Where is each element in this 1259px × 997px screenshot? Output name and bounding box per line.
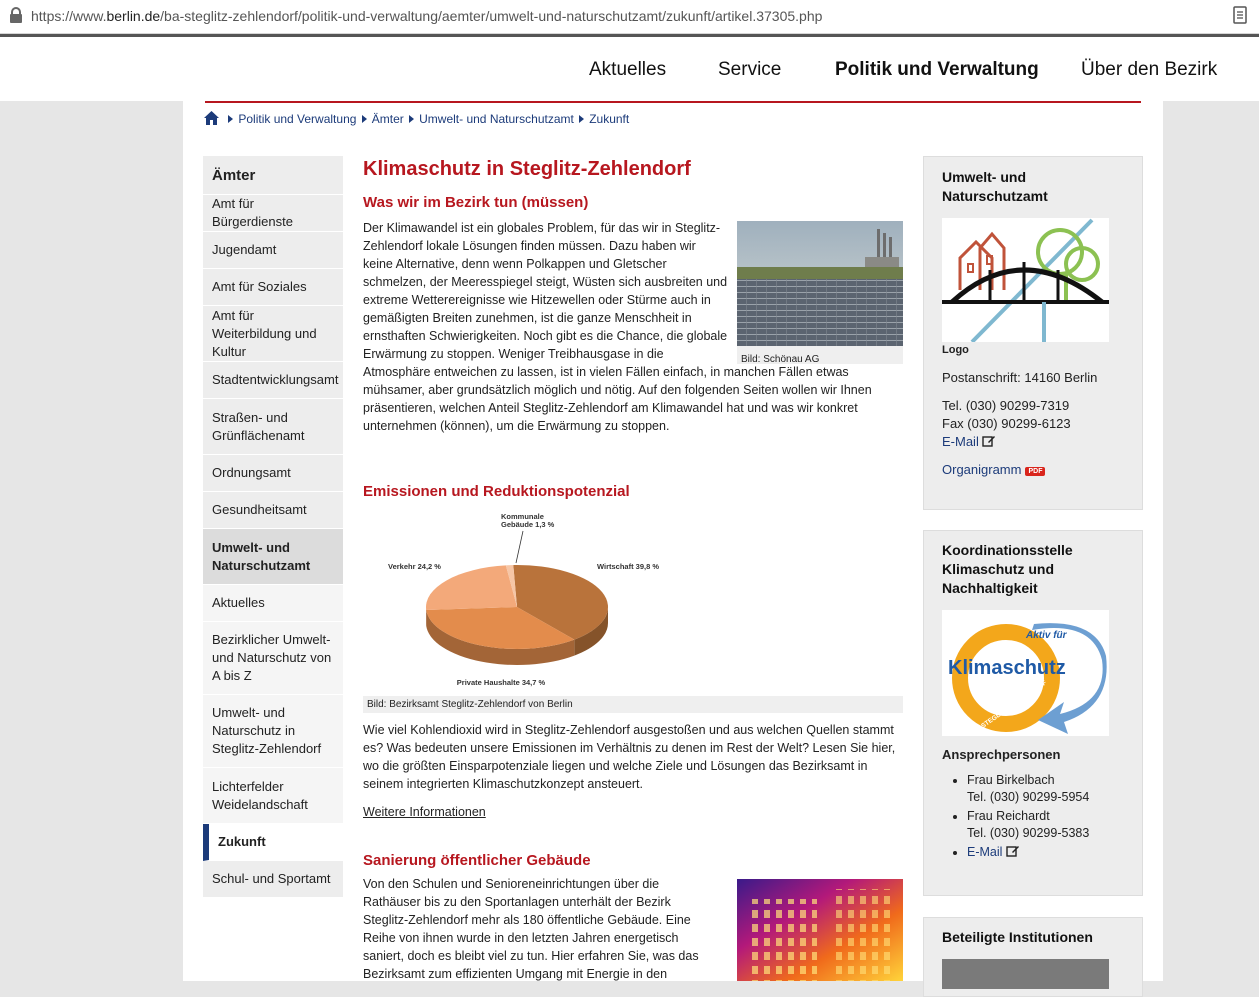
- breadcrumb-zukunft[interactable]: Zukunft: [589, 112, 629, 126]
- section-text-emissionen: Wie viel Kohlendioxid wird in Steglitz-Z…: [363, 721, 903, 793]
- sidebar-item-jugendamt[interactable]: Jugendamt: [203, 232, 343, 269]
- logo-text-klimaschutz: Klimaschutz: [948, 657, 1066, 679]
- contacts-heading: Ansprechpersonen: [942, 747, 1060, 762]
- pie-label-wirtschaft: Wirtschaft 39,8 %: [597, 562, 659, 571]
- sidebar-item-buergerdienste[interactable]: Amt für Bürgerdienste: [203, 195, 343, 232]
- logo-text-aktiv: Aktiv für: [1025, 630, 1068, 641]
- external-edit-icon: [982, 434, 996, 447]
- logo-caption: Logo: [942, 344, 969, 356]
- section-text-sanierung: Von den Schulen und Senioreneinrichtunge…: [363, 875, 703, 983]
- postal-address: Postanschrift: 14160 Berlin: [942, 370, 1097, 385]
- pie-label-private-haushalte: Private Haushalte 34,7 %: [457, 678, 546, 687]
- nav-service[interactable]: Service: [718, 59, 781, 81]
- nav-politik-und-verwaltung[interactable]: Politik und Verwaltung: [835, 59, 1039, 81]
- contact-item: Frau BirkelbachTel. (030) 90299-5954: [967, 772, 1157, 806]
- institution-image: [942, 959, 1109, 989]
- thermal-building-image: [737, 879, 903, 981]
- section-heading-bezirk: Was wir im Bezirk tun (müssen): [363, 194, 588, 211]
- home-icon[interactable]: [204, 111, 219, 125]
- sidebar-item-schulamt[interactable]: Schul- und Sportamt: [203, 861, 343, 898]
- sidebar-heading: Ämter: [203, 156, 343, 195]
- umweltamt-logo-image: [942, 218, 1109, 342]
- sidebar-subitem-a-bis-z[interactable]: Bezirklicher Umwelt- und Naturschutz von…: [203, 622, 343, 695]
- box-heading-umweltamt: Umwelt- und Naturschutzamt: [942, 168, 1124, 206]
- contacts-list: Frau BirkelbachTel. (030) 90299-5954 Fra…: [942, 772, 1157, 863]
- section-heading-emissionen: Emissionen und Reduktionspotenzial: [363, 483, 630, 500]
- pie-label-kommunale: Gebäude 1,3 %: [501, 520, 555, 529]
- box-beteiligte-institutionen: Beteiligte Institutionen: [923, 917, 1143, 997]
- breadcrumb-aemter[interactable]: Ämter: [372, 112, 404, 126]
- external-edit-icon: [1006, 844, 1020, 857]
- contact-box-klimaschutz: Koordinationsstelle Klimaschutz und Nach…: [923, 530, 1143, 896]
- phone-number: Tel. (030) 90299-7319: [942, 398, 1069, 413]
- reader-view-icon[interactable]: [1233, 6, 1247, 24]
- pie-slice-verkehr: [426, 565, 517, 610]
- sidebar-navigation: Ämter Amt für Bürgerdienste Jugendamt Am…: [203, 156, 343, 898]
- email-link-umweltamt[interactable]: E-Mail: [942, 434, 996, 449]
- sidebar-item-ordnungsamt[interactable]: Ordnungsamt: [203, 455, 343, 492]
- nav-aktuelles[interactable]: Aktuelles: [589, 59, 666, 81]
- pie-label-verkehr: Verkehr 24,2 %: [388, 562, 441, 571]
- url-text[interactable]: https://www.berlin.de/ba-steglitz-zehlen…: [31, 8, 822, 24]
- klimaschutz-logo-image: Aktiv für Klimaschutz STEGLITZ-ZEHLENDOR…: [942, 610, 1109, 736]
- breadcrumb-arrow-icon: [579, 115, 584, 123]
- sidebar-item-umweltamt[interactable]: Umwelt- und Naturschutzamt: [203, 529, 343, 585]
- contact-box-umweltamt: Umwelt- und Naturschutzamt Logo Postansc…: [923, 156, 1143, 510]
- breadcrumb-arrow-icon: [409, 115, 414, 123]
- sidebar-item-strassen[interactable]: Straßen- und Grünflächenamt: [203, 399, 343, 455]
- contact-item: Frau ReichardtTel. (030) 90299-5383: [967, 808, 1157, 842]
- sidebar-item-stadtentwicklung[interactable]: Stadtentwicklungsamt: [203, 362, 343, 399]
- sidebar-subitem-umweltschutz[interactable]: Umwelt- und Naturschutz in Steglitz-Zehl…: [203, 695, 343, 768]
- fax-number: Fax (030) 90299-6123: [942, 416, 1071, 431]
- top-navigation: Aktuelles Service Politik und Verwaltung…: [0, 37, 1259, 101]
- section-heading-sanierung: Sanierung öffentlicher Gebäude: [363, 852, 591, 869]
- organigramm-link[interactable]: OrganigrammPDF: [942, 462, 1045, 477]
- nav-ueber-den-bezirk[interactable]: Über den Bezirk: [1081, 59, 1217, 81]
- section-text-bezirk: Der Klimawandel ist ein globales Problem…: [363, 219, 903, 435]
- breadcrumb-umweltamt[interactable]: Umwelt- und Naturschutzamt: [419, 112, 574, 126]
- header-accent-line: [205, 101, 1141, 103]
- lock-icon: [9, 7, 23, 24]
- image-caption-chart: Bild: Bezirksamt Steglitz-Zehlendorf von…: [363, 696, 903, 713]
- sidebar-item-soziales[interactable]: Amt für Soziales: [203, 269, 343, 306]
- box-heading-klimaschutz: Koordinationsstelle Klimaschutz und Nach…: [942, 541, 1124, 598]
- breadcrumb: Politik und Verwaltung Ämter Umwelt- und…: [204, 111, 629, 126]
- pie-leader-line: [516, 531, 523, 563]
- sidebar-item-gesundheitsamt[interactable]: Gesundheitsamt: [203, 492, 343, 529]
- float-spacer: [729, 219, 903, 362]
- sidebar-subitem-aktuelles[interactable]: Aktuelles: [203, 585, 343, 622]
- emissions-pie-chart: Wirtschaft 39,8 % Private Haushalte 34,7 …: [363, 511, 683, 696]
- page-title: Klimaschutz in Steglitz-Zehlendorf: [363, 158, 691, 181]
- sidebar-subitem-weidelandschaft[interactable]: Lichterfelder Weidelandschaft: [203, 768, 343, 824]
- breadcrumb-arrow-icon: [362, 115, 367, 123]
- sidebar-item-weiterbildung[interactable]: Amt für Weiterbildung und Kultur: [203, 306, 343, 362]
- breadcrumb-politik[interactable]: Politik und Verwaltung: [238, 112, 356, 126]
- pdf-icon: PDF: [1025, 467, 1045, 476]
- contact-email-item[interactable]: E-Mail: [967, 844, 1157, 861]
- browser-url-bar[interactable]: https://www.berlin.de/ba-steglitz-zehlen…: [0, 0, 1259, 34]
- email-link-klimaschutz[interactable]: E-Mail: [967, 845, 1020, 859]
- box-heading-institutionen: Beteiligte Institutionen: [942, 928, 1124, 947]
- sidebar-subitem-zukunft[interactable]: Zukunft: [203, 824, 343, 861]
- link-weitere-informationen[interactable]: Weitere Informationen: [363, 803, 486, 821]
- emissions-chart-figure: Wirtschaft 39,8 % Private Haushalte 34,7 …: [363, 511, 903, 714]
- breadcrumb-arrow-icon: [228, 115, 233, 123]
